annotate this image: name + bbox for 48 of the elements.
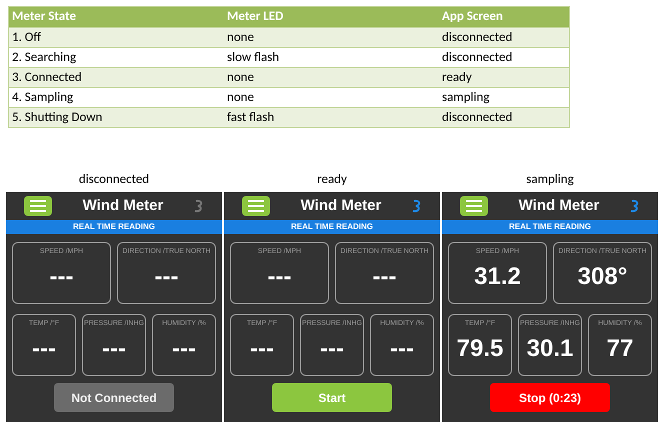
- menu-button[interactable]: [24, 196, 52, 216]
- table-cell-text: disconnected: [442, 109, 514, 127]
- column-header: App Screen: [442, 8, 504, 26]
- reading-value: ---: [50, 262, 74, 292]
- reading-value: 31.2: [474, 262, 521, 292]
- reading-value: ---: [172, 334, 196, 364]
- banner: REAL TIME READING: [442, 220, 658, 234]
- table-cell-text: sampling: [442, 89, 490, 107]
- screen-caption: disconnected: [78, 171, 150, 189]
- column-header: Meter State: [12, 8, 77, 26]
- action-button[interactable]: Stop (0:23): [490, 383, 610, 412]
- table-cell-text: disconnected: [442, 29, 514, 47]
- reading-value: ---: [250, 334, 274, 364]
- menu-button[interactable]: [460, 196, 488, 216]
- table-cell-text: 1. Off: [12, 29, 42, 47]
- table-cell-text: 2. Searching: [12, 49, 78, 67]
- banner: REAL TIME READING: [224, 220, 440, 234]
- reading-value: 308°: [578, 262, 628, 292]
- app-title: Wind Meter: [82, 196, 164, 216]
- table-cell-text: none: [227, 29, 255, 47]
- reading-value: ---: [320, 334, 344, 364]
- table-cell-text: 3. Connected: [12, 69, 83, 87]
- table-cell-text: none: [227, 69, 255, 87]
- reading-value: ---: [372, 262, 396, 292]
- screen-caption: sampling: [526, 171, 574, 189]
- table-cell-text: none: [227, 89, 255, 107]
- screen-caption: ready: [317, 171, 347, 189]
- reading-value: 77: [606, 334, 634, 364]
- reading-value: ---: [102, 334, 126, 364]
- app-title: Wind Meter: [518, 196, 600, 216]
- reading-value: 79.5: [456, 334, 504, 364]
- reading-value: ---: [154, 262, 178, 292]
- reading-value: ---: [268, 262, 292, 292]
- table-cell-text: 5. Shutting Down: [12, 109, 104, 127]
- banner: REAL TIME READING: [6, 220, 222, 234]
- reading-value: 30.1: [526, 334, 574, 364]
- table-cell-text: slow flash: [227, 49, 280, 67]
- table-cell-text: disconnected: [442, 49, 514, 67]
- column-header: Meter LED: [227, 8, 284, 26]
- table-cell-text: 4. Sampling: [12, 89, 74, 107]
- reading-value: ---: [390, 334, 414, 364]
- action-button[interactable]: Not Connected: [54, 383, 174, 412]
- table-cell-text: ready: [442, 69, 473, 87]
- action-button[interactable]: Start: [272, 383, 392, 412]
- reading-value: ---: [32, 334, 56, 364]
- table-cell-text: fast flash: [227, 109, 276, 127]
- menu-button[interactable]: [242, 196, 270, 216]
- app-title: Wind Meter: [300, 196, 382, 216]
